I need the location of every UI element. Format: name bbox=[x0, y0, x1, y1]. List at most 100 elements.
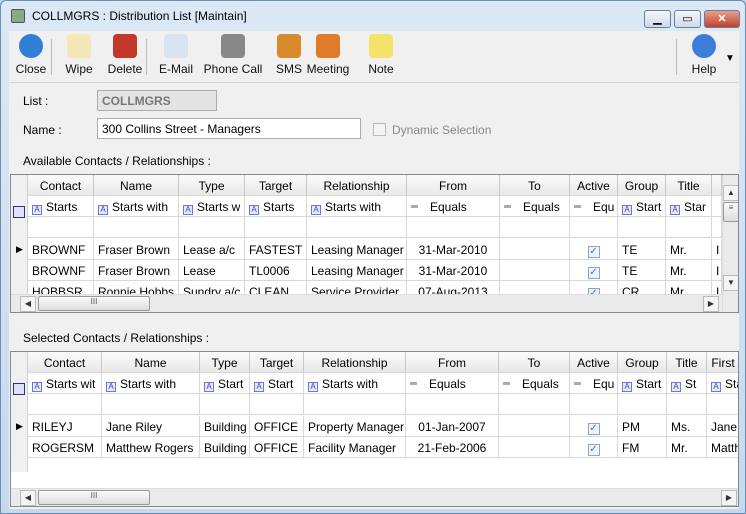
filter-cell[interactable]: Equ bbox=[570, 373, 618, 394]
column-header[interactable]: From bbox=[407, 175, 500, 196]
filter-cell[interactable]: A Start bbox=[618, 196, 666, 217]
toolbar-e-mail-button[interactable]: E-Mail bbox=[154, 34, 198, 76]
table-row[interactable]: ROGERSM Matthew Rogers Building OFFICE Facil… bbox=[11, 437, 738, 458]
toolbar-meeting-button[interactable]: Meeting bbox=[303, 34, 353, 76]
grid-cell: 21-Feb-2006 bbox=[406, 437, 499, 458]
grid-cell bbox=[500, 239, 570, 260]
table-row[interactable]: BROWNF Fraser Brown Lease TL0006 Leasing Man… bbox=[11, 260, 722, 281]
scroll-down-button[interactable]: ▼ bbox=[723, 275, 738, 291]
cell-text: Ms. bbox=[671, 420, 691, 434]
column-header[interactable]: Group bbox=[618, 352, 667, 373]
vertical-scrollbar[interactable]: ▲ ≡ ▼ bbox=[722, 175, 738, 312]
cell-text: ROGERSM bbox=[32, 441, 95, 455]
toolbar-overflow-icon[interactable]: ▼ bbox=[725, 53, 735, 64]
column-header[interactable]: Active bbox=[570, 175, 618, 196]
filter-cell[interactable]: A Start bbox=[250, 373, 304, 394]
horizontal-scroll-thumb[interactable]: III bbox=[38, 490, 150, 505]
grid-cell bbox=[245, 217, 307, 238]
filter-row[interactable]: A Starts A Starts with A Starts w A Starts A Star… bbox=[11, 196, 722, 217]
column-header[interactable]: Target bbox=[245, 175, 307, 196]
filter-cell[interactable]: A Starts with bbox=[102, 373, 200, 394]
toolbar-separator bbox=[676, 39, 677, 75]
column-header[interactable]: Group bbox=[618, 175, 666, 196]
table-row[interactable]: RILEYJ Jane Riley Building OFFICE Property M… bbox=[11, 416, 738, 437]
column-header[interactable]: Relationship bbox=[304, 352, 406, 373]
column-header[interactable]: Title bbox=[667, 352, 707, 373]
column-header[interactable]: First bbox=[707, 352, 738, 373]
filter-cell[interactable]: A Starts bbox=[28, 196, 94, 217]
column-header[interactable]: Target bbox=[250, 352, 304, 373]
filter-cell[interactable]: Equ bbox=[570, 196, 618, 217]
filter-cell[interactable]: A Star bbox=[666, 196, 712, 217]
new-row[interactable] bbox=[11, 217, 722, 238]
scroll-left-button[interactable]: ◀ bbox=[20, 296, 36, 312]
scroll-left-button[interactable]: ◀ bbox=[20, 490, 36, 506]
toolbar-note-button[interactable]: Note bbox=[359, 34, 403, 76]
filter-cell[interactable]: Equals bbox=[406, 373, 499, 394]
filter-cell[interactable]: A Sta bbox=[707, 373, 738, 394]
name-input[interactable]: 300 Collins Street - Managers bbox=[97, 118, 361, 139]
scroll-right-button[interactable]: ▶ bbox=[703, 296, 719, 312]
toolbar-label: Wipe bbox=[65, 62, 93, 76]
column-header[interactable]: Name bbox=[94, 175, 179, 196]
cell-text: Title bbox=[675, 356, 698, 370]
filter-cell[interactable]: A Starts with bbox=[307, 196, 407, 217]
filter-cell[interactable]: A Starts wit bbox=[28, 373, 102, 394]
column-header[interactable]: Relationship bbox=[307, 175, 407, 196]
column-header[interactable]: Title bbox=[666, 175, 712, 196]
cell-text: Mr. bbox=[671, 441, 688, 455]
horizontal-scrollbar[interactable]: ◀ III ▶ bbox=[11, 294, 722, 312]
maximize-button[interactable]: ▭ bbox=[674, 10, 701, 28]
column-header[interactable]: Type bbox=[200, 352, 250, 373]
scroll-right-button[interactable]: ▶ bbox=[721, 490, 737, 506]
cell-text: Active bbox=[577, 179, 610, 193]
dynamic-selection-checkbox[interactable] bbox=[373, 123, 386, 136]
cell-text: Starts w bbox=[197, 200, 241, 214]
filter-cell[interactable] bbox=[712, 196, 722, 217]
new-row[interactable] bbox=[11, 394, 738, 415]
toolbar-phone-call-button[interactable]: Phone Call bbox=[201, 34, 265, 76]
minimize-button[interactable]: ▁ bbox=[644, 10, 671, 28]
filter-cell[interactable]: Equals bbox=[499, 373, 570, 394]
horizontal-scrollbar[interactable]: ◀ III ▶ bbox=[11, 488, 738, 506]
filter-cell[interactable]: A Starts w bbox=[179, 196, 245, 217]
column-header[interactable]: Active bbox=[570, 352, 618, 373]
scroll-up-button[interactable]: ▲ bbox=[723, 185, 738, 201]
filter-cell[interactable]: A Starts with bbox=[94, 196, 179, 217]
column-header[interactable]: To bbox=[499, 352, 570, 373]
filter-cell[interactable]: A Starts with bbox=[304, 373, 406, 394]
column-header[interactable]: Name bbox=[102, 352, 200, 373]
filter-cell[interactable]: A St bbox=[667, 373, 707, 394]
cell-text: Mr. bbox=[670, 264, 687, 278]
toolbar-close-button[interactable]: Close bbox=[9, 34, 53, 76]
active-checkbox[interactable]: ✓ bbox=[587, 423, 600, 435]
column-header[interactable] bbox=[712, 175, 722, 196]
column-header[interactable]: Contact bbox=[28, 352, 102, 373]
toolbar-help-button[interactable]: Help bbox=[685, 34, 723, 76]
filter-cell[interactable]: Equals bbox=[407, 196, 500, 217]
active-checkbox[interactable]: ✓ bbox=[587, 444, 600, 456]
column-header[interactable]: Type bbox=[179, 175, 245, 196]
close-window-button[interactable]: ✕ bbox=[704, 10, 740, 28]
vertical-scroll-thumb[interactable]: ≡ bbox=[723, 202, 738, 222]
horizontal-scroll-thumb[interactable]: III bbox=[38, 296, 150, 311]
filter-cell[interactable]: A Start bbox=[200, 373, 250, 394]
filter-row[interactable]: A Starts wit A Starts with A Start A Start A Star… bbox=[11, 373, 738, 394]
column-header[interactable]: Contact bbox=[28, 175, 94, 196]
column-header[interactable]: From bbox=[406, 352, 499, 373]
filter-cell[interactable]: A Starts bbox=[245, 196, 307, 217]
cell-text: Group bbox=[624, 179, 659, 193]
cell-text: OFFICE bbox=[254, 420, 298, 434]
active-checkbox[interactable]: ✓ bbox=[587, 267, 600, 279]
active-checkbox[interactable]: ✓ bbox=[587, 246, 600, 258]
filter-cell[interactable]: A Start bbox=[618, 373, 667, 394]
toolbar-delete-button[interactable]: Delete bbox=[103, 34, 147, 76]
available-contacts-grid: Contact Name Type Target Relationship From To A… bbox=[10, 174, 739, 313]
table-row[interactable]: BROWNF Fraser Brown Lease a/c FASTEST Leasin… bbox=[11, 239, 722, 260]
cell-text: Target bbox=[258, 179, 293, 193]
filter-cell[interactable]: Equals bbox=[500, 196, 570, 217]
column-header[interactable]: To bbox=[500, 175, 570, 196]
cell-text: Facility Manager bbox=[308, 441, 397, 455]
cell-text: Title bbox=[677, 179, 700, 193]
toolbar-wipe-button[interactable]: Wipe bbox=[57, 34, 101, 76]
